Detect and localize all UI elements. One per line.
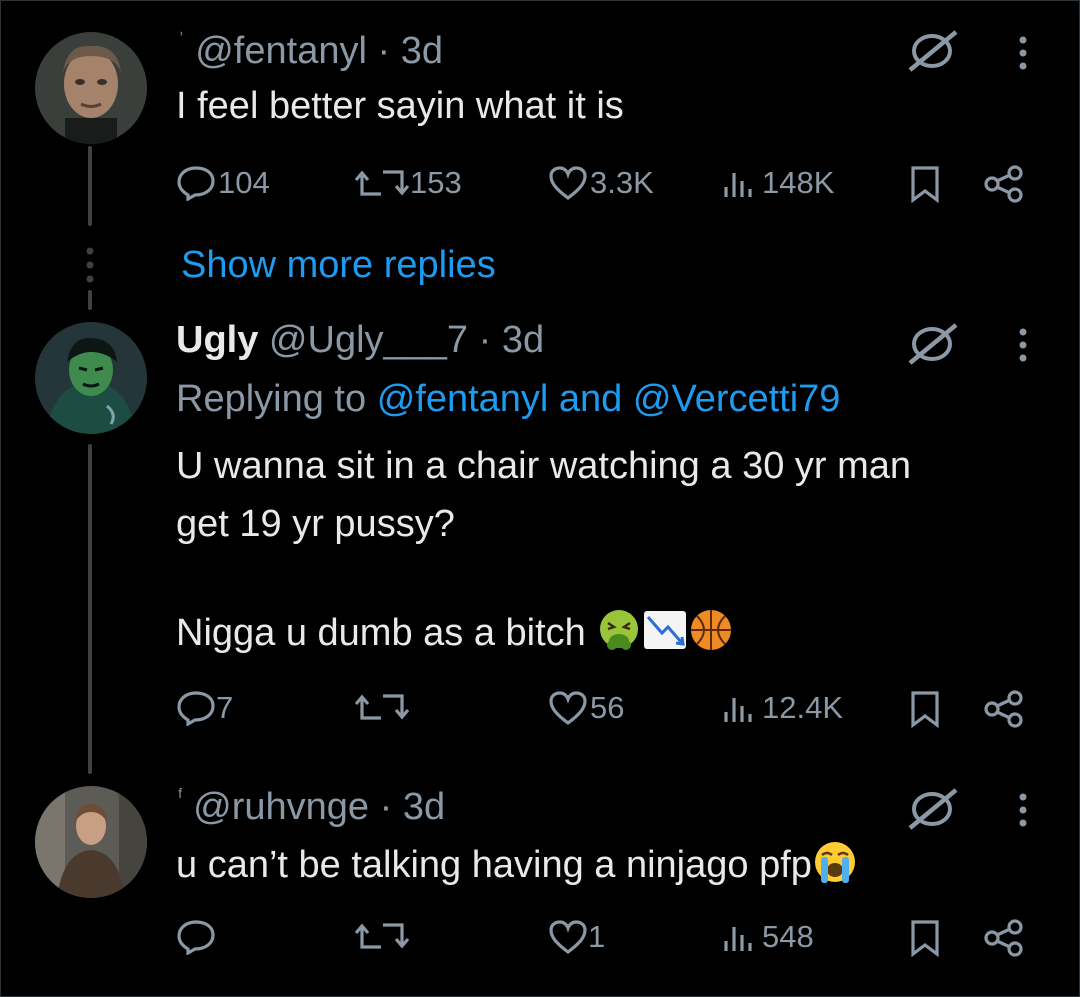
like-button[interactable]: 3.3K xyxy=(548,165,654,201)
tweet-text-line: u can’t be talking having a ninjago pfp xyxy=(176,836,858,902)
user-handle[interactable]: @Ugly___7 xyxy=(269,319,468,361)
repost-count: 153 xyxy=(410,165,462,200)
timestamp[interactable]: 3d xyxy=(403,786,445,828)
views-count: 548 xyxy=(762,919,814,954)
thread-gap-dots xyxy=(85,245,95,290)
bookmark-icon xyxy=(908,690,942,728)
more-icon[interactable] xyxy=(1017,792,1029,833)
avatar[interactable] xyxy=(35,322,147,434)
share-icon xyxy=(983,165,1025,203)
views-count: 12.4K xyxy=(762,690,844,725)
repost-button[interactable] xyxy=(354,690,410,724)
repost-button[interactable] xyxy=(354,919,410,953)
more-icon[interactable] xyxy=(1017,35,1029,76)
basketball-emoji xyxy=(688,607,734,670)
more-icon[interactable] xyxy=(1017,327,1029,368)
display-name[interactable]: Ugly xyxy=(176,319,258,361)
thread-line xyxy=(88,444,92,774)
timestamp[interactable]: 3d xyxy=(401,30,443,72)
reply-count: 7 xyxy=(216,690,234,725)
reply-icon xyxy=(176,919,216,955)
views-icon xyxy=(720,165,760,201)
grok-icon[interactable] xyxy=(904,30,960,77)
chart-decreasing-emoji xyxy=(642,607,688,670)
tweet-text: get 19 yr pussy? xyxy=(176,503,455,545)
views-button[interactable]: 548 xyxy=(720,919,814,955)
bookmark-button[interactable] xyxy=(908,690,942,728)
like-count: 1 xyxy=(588,919,606,954)
reply-button[interactable] xyxy=(176,919,216,955)
replying-to-mentions[interactable]: @fentanyl and @Vercetti79 xyxy=(377,378,841,420)
tweet-header: ʾ @fentanyl · 3d xyxy=(178,30,443,73)
share-button[interactable] xyxy=(983,919,1025,957)
separator: · xyxy=(377,30,391,72)
tweet-text: Nigga u dumb as a bitch xyxy=(176,612,586,654)
views-button[interactable]: 148K xyxy=(720,165,834,201)
views-count: 148K xyxy=(762,165,835,200)
tweet-text-last-line: Nigga u dumb as a bitch xyxy=(176,604,734,670)
share-icon xyxy=(983,690,1025,728)
reply-button[interactable]: 104 xyxy=(176,165,270,201)
like-count: 3.3K xyxy=(590,165,654,200)
bookmark-button[interactable] xyxy=(908,165,942,203)
replying-to: Replying to @fentanyl and @Vercetti79 xyxy=(176,378,840,421)
nauseated-face-emoji xyxy=(596,607,642,670)
like-button[interactable]: 56 xyxy=(548,690,624,726)
separator: · xyxy=(478,319,492,361)
thread-line xyxy=(88,290,92,310)
views-icon xyxy=(720,919,760,955)
verified-mark: ʾ xyxy=(178,30,185,52)
thread-line xyxy=(88,146,92,226)
share-button[interactable] xyxy=(983,165,1025,203)
views-icon xyxy=(720,690,760,726)
grok-icon[interactable] xyxy=(904,323,960,370)
avatar[interactable] xyxy=(35,786,147,898)
share-button[interactable] xyxy=(983,690,1025,728)
views-button[interactable]: 12.4K xyxy=(720,690,843,726)
like-icon xyxy=(548,919,588,955)
like-button[interactable]: 1 xyxy=(548,919,605,955)
share-icon xyxy=(983,919,1025,957)
tweet-text: I feel better sayin what it is xyxy=(176,85,624,127)
repost-icon xyxy=(354,690,410,724)
avatar[interactable] xyxy=(35,32,147,144)
tweet-text: U wanna sit in a chair watching a 30 yr … xyxy=(176,445,912,487)
repost-icon xyxy=(354,166,410,200)
like-icon xyxy=(548,165,588,201)
replying-to-label: Replying to xyxy=(176,378,367,420)
user-handle[interactable]: @ruhvnge xyxy=(193,786,369,828)
reply-count: 104 xyxy=(218,165,270,200)
like-icon xyxy=(548,690,588,726)
separator: · xyxy=(379,786,393,828)
user-handle[interactable]: @fentanyl xyxy=(195,30,367,72)
bookmark-button[interactable] xyxy=(908,919,942,957)
reply-icon xyxy=(176,165,216,201)
repost-button[interactable]: 153 xyxy=(354,165,462,201)
tweet-text: u can’t be talking having a ninjago pfp xyxy=(176,844,812,886)
grok-icon[interactable] xyxy=(904,788,960,835)
show-more-replies-link[interactable]: Show more replies xyxy=(181,244,496,287)
loudly-crying-face-emoji xyxy=(812,839,858,902)
bookmark-icon xyxy=(908,165,942,203)
reply-button[interactable]: 7 xyxy=(176,690,233,726)
tweet-header: Ugly @Ugly___7 · 3d xyxy=(176,319,544,362)
repost-icon xyxy=(354,919,410,953)
timestamp[interactable]: 3d xyxy=(502,319,544,361)
tweet-header: ᶠ @ruhvnge · 3d xyxy=(178,786,445,829)
verified-mark: ᶠ xyxy=(178,786,183,808)
bookmark-icon xyxy=(908,919,942,957)
like-count: 56 xyxy=(590,690,625,725)
reply-icon xyxy=(176,690,216,726)
